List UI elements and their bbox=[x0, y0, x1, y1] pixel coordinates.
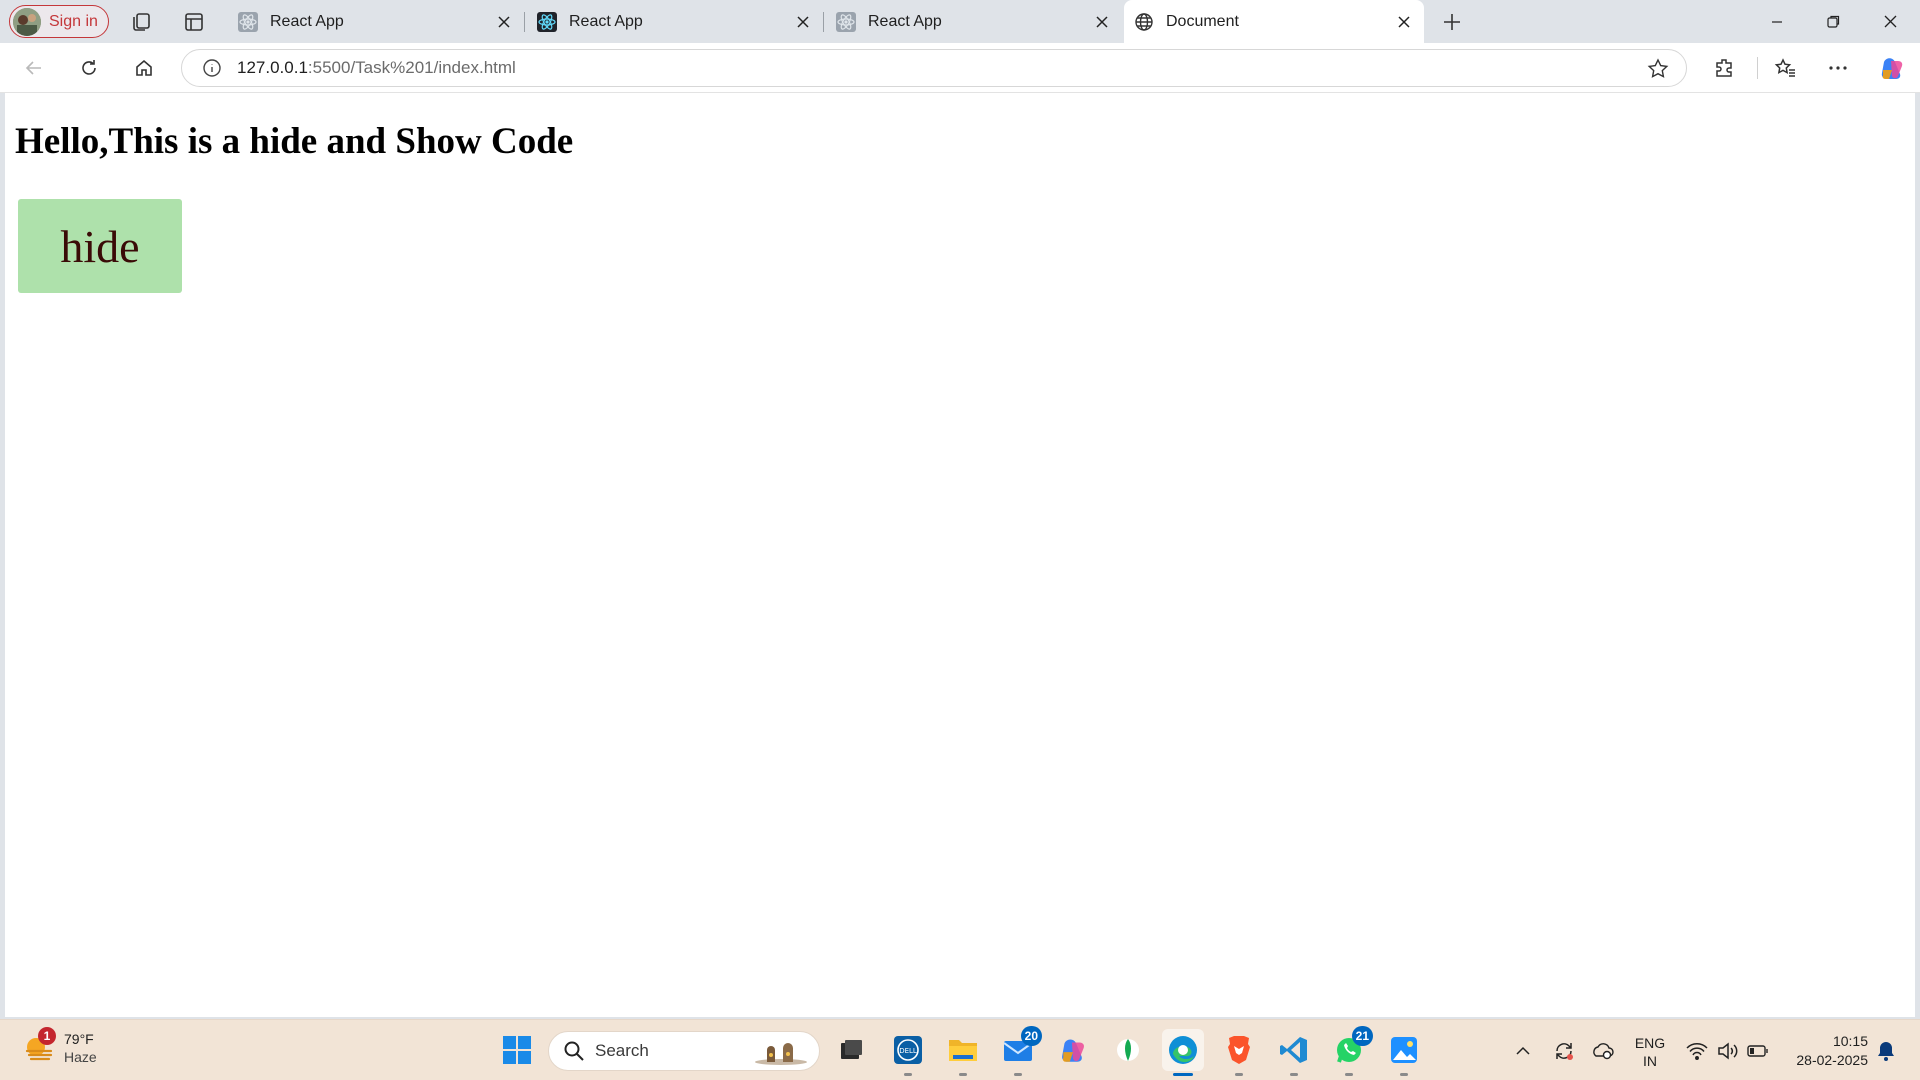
sync-icon[interactable] bbox=[1550, 1020, 1578, 1080]
workspaces-icon[interactable] bbox=[126, 7, 156, 37]
notification-bell-icon[interactable] bbox=[1872, 1020, 1900, 1080]
weather-alert-badge: 1 bbox=[38, 1027, 56, 1045]
clock-date: 28-02-2025 bbox=[1796, 1052, 1868, 1068]
tab-react-app-3[interactable]: React App bbox=[826, 0, 1122, 43]
show-hidden-icons-chevron-up-icon[interactable] bbox=[1510, 1020, 1536, 1080]
profile-sign-in-button[interactable]: Sign in bbox=[9, 5, 109, 38]
language-indicator[interactable]: ENG IN bbox=[1630, 1034, 1670, 1070]
close-tab-icon[interactable] bbox=[1392, 10, 1416, 34]
running-indicator bbox=[1235, 1073, 1243, 1076]
file-explorer-icon[interactable] bbox=[942, 1029, 984, 1076]
page-heading: Hello,This is a hide and Show Code bbox=[15, 121, 574, 162]
tab-title: React App bbox=[270, 12, 344, 30]
react-favicon-icon bbox=[537, 11, 557, 32]
edge-browser-icon[interactable] bbox=[1162, 1029, 1204, 1076]
weather-widget[interactable]: 1 79°F Haze bbox=[22, 1027, 97, 1066]
toolbar-divider bbox=[1757, 57, 1758, 79]
language-region: IN bbox=[1643, 1053, 1657, 1069]
globe-icon bbox=[1134, 12, 1154, 32]
window-frame-right bbox=[1915, 93, 1920, 1019]
close-tab-icon[interactable] bbox=[492, 10, 516, 34]
taskbar-search-box[interactable]: Search bbox=[548, 1031, 820, 1071]
language-code: ENG bbox=[1634, 1035, 1666, 1051]
address-bar[interactable]: 127.0.0.1:5500/Task%201/index.html bbox=[181, 49, 1687, 87]
running-indicator bbox=[1345, 1073, 1353, 1076]
dell-app-icon[interactable]: DELL bbox=[887, 1029, 929, 1076]
page-content: Hello,This is a hide and Show Code hide bbox=[5, 94, 1915, 1017]
restore-button[interactable] bbox=[1805, 0, 1862, 43]
tab-title: React App bbox=[868, 12, 942, 30]
url-host: 127.0.0.1 bbox=[237, 58, 308, 77]
home-button[interactable] bbox=[128, 52, 160, 84]
whatsapp-count-badge: 21 bbox=[1351, 1026, 1373, 1046]
url-path: :5500/Task%201/index.html bbox=[307, 58, 516, 77]
tab-document[interactable]: Document bbox=[1124, 0, 1424, 43]
running-indicator bbox=[959, 1073, 967, 1076]
tab-title: Document bbox=[1166, 12, 1239, 30]
mail-count-badge: 20 bbox=[1020, 1026, 1042, 1046]
search-highlight-icon bbox=[753, 1036, 809, 1066]
tab-separator bbox=[524, 12, 525, 32]
battery-icon[interactable] bbox=[1744, 1020, 1772, 1080]
copilot-app-icon[interactable] bbox=[1052, 1029, 1094, 1071]
tab-separator bbox=[823, 12, 824, 32]
running-indicator bbox=[1290, 1073, 1298, 1076]
minimize-button[interactable] bbox=[1748, 0, 1805, 43]
brave-browser-icon[interactable] bbox=[1218, 1029, 1260, 1076]
taskbar: 1 79°F Haze Search DELL 20 21 ENG IN 10:… bbox=[0, 1019, 1920, 1080]
wifi-icon[interactable] bbox=[1683, 1020, 1711, 1080]
tab-title: React App bbox=[569, 12, 643, 30]
refresh-button[interactable] bbox=[73, 52, 105, 84]
new-tab-button[interactable] bbox=[1436, 6, 1468, 38]
volume-icon[interactable] bbox=[1714, 1020, 1742, 1080]
search-placeholder: Search bbox=[595, 1041, 649, 1060]
active-indicator bbox=[1173, 1073, 1193, 1076]
hide-button[interactable]: hide bbox=[18, 199, 182, 293]
running-indicator bbox=[904, 1073, 912, 1076]
tab-react-app-1[interactable]: React App bbox=[228, 0, 525, 43]
photos-app-icon[interactable] bbox=[1383, 1029, 1425, 1076]
react-favicon-icon bbox=[238, 11, 258, 32]
extensions-icon[interactable] bbox=[1709, 52, 1741, 84]
browser-toolbar: 127.0.0.1:5500/Task%201/index.html bbox=[0, 43, 1920, 93]
mail-icon[interactable]: 20 bbox=[997, 1026, 1042, 1076]
favorite-star-icon[interactable] bbox=[1646, 57, 1670, 81]
avatar bbox=[13, 7, 41, 36]
clock-time: 10:15 bbox=[1832, 1033, 1868, 1049]
tab-strip: Sign in React App React App React App Do… bbox=[0, 0, 1920, 43]
more-menu-icon[interactable] bbox=[1822, 52, 1854, 84]
react-favicon-icon bbox=[836, 11, 856, 32]
site-info-icon[interactable] bbox=[199, 55, 225, 81]
weather-haze-icon: 1 bbox=[22, 1027, 56, 1065]
close-window-button[interactable] bbox=[1862, 0, 1919, 43]
system-clock[interactable]: 10:15 28-02-2025 bbox=[1780, 1032, 1868, 1070]
running-indicator bbox=[1014, 1073, 1022, 1076]
favorites-icon[interactable] bbox=[1769, 52, 1801, 84]
running-indicator bbox=[1400, 1073, 1408, 1076]
tab-actions-icon[interactable] bbox=[179, 7, 209, 37]
weather-condition: Haze bbox=[64, 1049, 97, 1065]
sign-in-label: Sign in bbox=[49, 12, 98, 30]
vscode-icon[interactable] bbox=[1273, 1029, 1315, 1076]
start-button[interactable] bbox=[496, 1029, 538, 1071]
back-button[interactable] bbox=[18, 52, 50, 84]
whatsapp-icon[interactable]: 21 bbox=[1328, 1026, 1373, 1076]
svg-text:DELL: DELL bbox=[899, 1047, 917, 1055]
copilot-icon[interactable] bbox=[1876, 52, 1908, 84]
onedrive-icon[interactable] bbox=[1588, 1020, 1616, 1080]
search-icon bbox=[563, 1040, 585, 1062]
close-tab-icon[interactable] bbox=[1090, 10, 1114, 34]
mongodb-compass-icon[interactable] bbox=[1107, 1029, 1149, 1071]
task-view-icon[interactable] bbox=[830, 1029, 872, 1071]
close-tab-icon[interactable] bbox=[791, 10, 815, 34]
url-text[interactable]: 127.0.0.1:5500/Task%201/index.html bbox=[237, 58, 516, 78]
weather-temperature: 79°F bbox=[64, 1031, 94, 1047]
tab-react-app-2[interactable]: React App bbox=[527, 0, 824, 43]
